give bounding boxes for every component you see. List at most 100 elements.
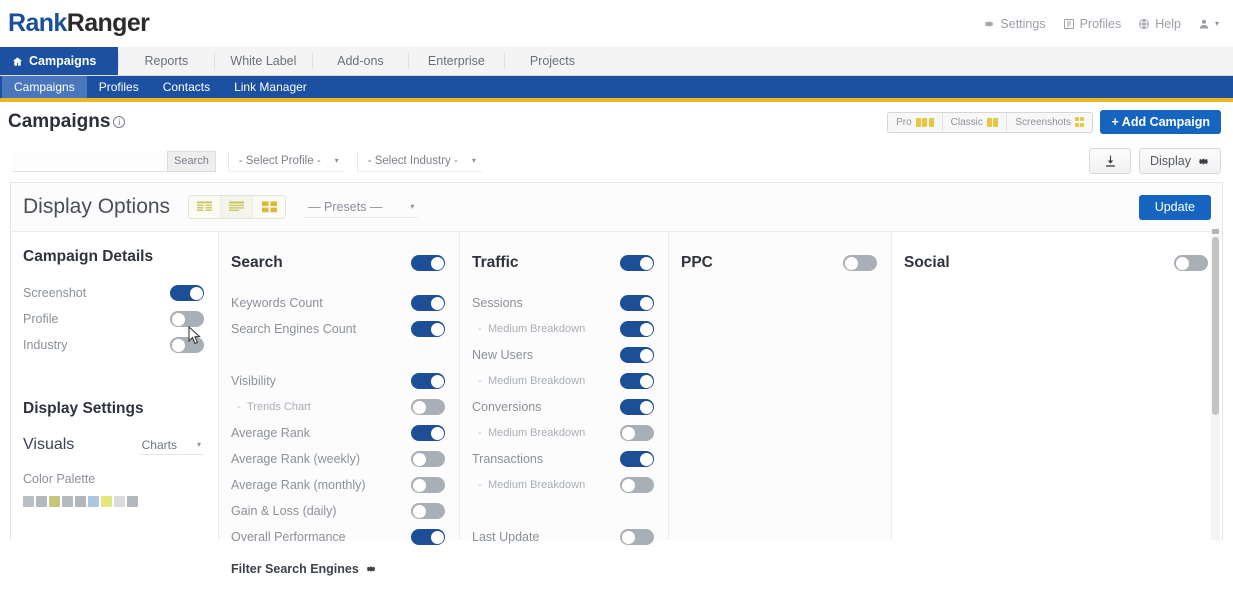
tab-projects[interactable]: Projects xyxy=(504,47,600,75)
view-mode-classic[interactable]: Classic xyxy=(943,112,1008,132)
toggle-new-users-medium-breakdown[interactable] xyxy=(620,373,654,389)
gear-icon xyxy=(983,18,995,30)
toggle-search-engines-count[interactable] xyxy=(411,321,445,337)
palette-swatch[interactable] xyxy=(62,496,73,507)
toggle-visibility[interactable] xyxy=(411,373,445,389)
toggle-overall-performance[interactable] xyxy=(411,529,445,545)
view-mode-screenshots[interactable]: Screenshots xyxy=(1007,113,1092,132)
toggle-industry[interactable] xyxy=(170,337,204,353)
view-mode-pro-label: Pro xyxy=(896,116,912,128)
toggle-sessions-medium-breakdown[interactable] xyxy=(620,321,654,337)
filter-row: Search - Select Profile - ▾ - Select Ind… xyxy=(0,142,1233,180)
group-header-search: Search xyxy=(231,248,445,278)
display-button[interactable]: Display xyxy=(1139,148,1221,174)
toggle-conversions[interactable] xyxy=(620,399,654,415)
color-palette-label: Color Palette xyxy=(23,472,96,486)
subnav-item-contacts[interactable]: Contacts xyxy=(151,76,222,98)
visuals-select[interactable]: Charts ▾ xyxy=(138,435,204,455)
palette-swatch[interactable] xyxy=(114,496,125,507)
palette-swatch[interactable] xyxy=(36,496,47,507)
toggle-gain-loss-daily[interactable] xyxy=(411,503,445,519)
option-row-keywords-count: Keywords Count xyxy=(231,290,445,316)
toggle-conversions-medium-breakdown[interactable] xyxy=(620,425,654,441)
tab-reports[interactable]: Reports xyxy=(118,47,214,75)
subnav-item-campaigns[interactable]: Campaigns xyxy=(2,76,87,98)
logo[interactable]: RankRanger xyxy=(8,9,150,38)
toggle-social-master[interactable] xyxy=(1174,255,1208,271)
download-button[interactable] xyxy=(1089,148,1131,174)
option-label: Transactions xyxy=(472,452,544,466)
toggle-search-master[interactable] xyxy=(411,255,445,271)
option-label: Conversions xyxy=(472,400,542,414)
tab-campaigns[interactable]: Campaigns xyxy=(0,47,119,75)
group-header-traffic: Traffic xyxy=(472,248,654,278)
option-label: Visibility xyxy=(231,374,276,388)
palette-swatch[interactable] xyxy=(75,496,86,507)
industry-select[interactable]: - Select Industry - ▾ xyxy=(356,150,482,172)
palette-swatch[interactable] xyxy=(49,496,60,507)
option-label: Sessions xyxy=(472,296,523,310)
info-icon[interactable]: i xyxy=(113,116,126,128)
utility-settings[interactable]: Settings xyxy=(983,16,1046,31)
option-label: Industry xyxy=(23,338,68,352)
campaign-details-title: Campaign Details xyxy=(23,248,154,265)
toggle-transactions-medium-breakdown[interactable] xyxy=(620,477,654,493)
filter-search-engines-button[interactable]: Filter Search Engines xyxy=(231,562,445,576)
list-layout-icon[interactable] xyxy=(221,196,254,218)
palette-swatch[interactable] xyxy=(88,496,99,507)
option-label: Overall Performance xyxy=(231,530,346,544)
visuals-label: Visuals xyxy=(23,436,75,453)
toggle-keywords-count[interactable] xyxy=(411,295,445,311)
scrollbar-up-arrow[interactable] xyxy=(1212,229,1219,234)
presets-select[interactable]: — Presets — ▾ xyxy=(304,196,419,218)
option-row-industry: Industry xyxy=(23,332,204,358)
table-layout-icon[interactable] xyxy=(189,196,222,218)
utility-settings-label: Settings xyxy=(1000,16,1046,31)
utility-help[interactable]: Help xyxy=(1138,17,1181,31)
toggle-profile[interactable] xyxy=(170,311,204,327)
panel-scrollbar[interactable] xyxy=(1211,229,1220,540)
traffic-group-title: Traffic xyxy=(472,254,519,271)
option-label: Last Update xyxy=(472,530,540,544)
toggle-last-update[interactable] xyxy=(620,529,654,545)
search-button[interactable]: Search xyxy=(167,150,216,172)
toggle-new-users[interactable] xyxy=(620,347,654,363)
home-icon xyxy=(12,56,23,67)
toggle-trends-chart[interactable] xyxy=(411,399,445,415)
grid-layout-icon[interactable] xyxy=(253,196,285,218)
toggle-average-rank[interactable] xyxy=(411,425,445,441)
view-mode-pro[interactable]: Pro xyxy=(888,112,943,132)
subnav-item-link-manager[interactable]: Link Manager xyxy=(222,76,319,98)
palette-swatch[interactable] xyxy=(127,496,138,507)
gear-icon xyxy=(365,563,377,575)
profile-select[interactable]: - Select Profile - ▾ xyxy=(227,150,345,172)
palette-swatch[interactable] xyxy=(101,496,112,507)
utility-profiles[interactable]: Profiles xyxy=(1063,17,1121,31)
search-input[interactable] xyxy=(12,150,167,172)
update-button[interactable]: Update xyxy=(1138,194,1211,220)
chevron-down-icon: ▾ xyxy=(196,440,201,449)
toggle-screenshot[interactable] xyxy=(170,285,204,301)
column-ppc: PPC xyxy=(668,232,891,540)
utility-nav: Settings Profiles Help ▾ xyxy=(983,17,1219,31)
tab-enterprise[interactable]: Enterprise xyxy=(408,47,504,75)
option-label: Average Rank (weekly) xyxy=(231,452,360,466)
palette-swatch[interactable] xyxy=(23,496,34,507)
subnav-item-profiles[interactable]: Profiles xyxy=(87,76,151,98)
toggle-transactions[interactable] xyxy=(620,451,654,467)
toggle-sessions[interactable] xyxy=(620,295,654,311)
color-palette[interactable] xyxy=(23,496,204,507)
display-button-label: Display xyxy=(1150,154,1191,168)
scrollbar-thumb[interactable] xyxy=(1212,237,1219,415)
toggle-average-rank-monthly[interactable] xyxy=(411,477,445,493)
option-row-new-users: New Users xyxy=(472,342,654,368)
tab-add-ons[interactable]: Add-ons xyxy=(312,47,408,75)
toggle-average-rank-weekly[interactable] xyxy=(411,451,445,467)
add-campaign-button[interactable]: + Add Campaign xyxy=(1100,110,1221,134)
grid-icon xyxy=(1074,117,1085,127)
toggle-traffic-master[interactable] xyxy=(620,255,654,271)
utility-user-menu[interactable]: ▾ xyxy=(1198,18,1219,30)
tab-white-label[interactable]: White Label xyxy=(214,47,312,75)
toggle-ppc-master[interactable] xyxy=(843,255,877,271)
option-row-visibility: Visibility xyxy=(231,368,445,394)
